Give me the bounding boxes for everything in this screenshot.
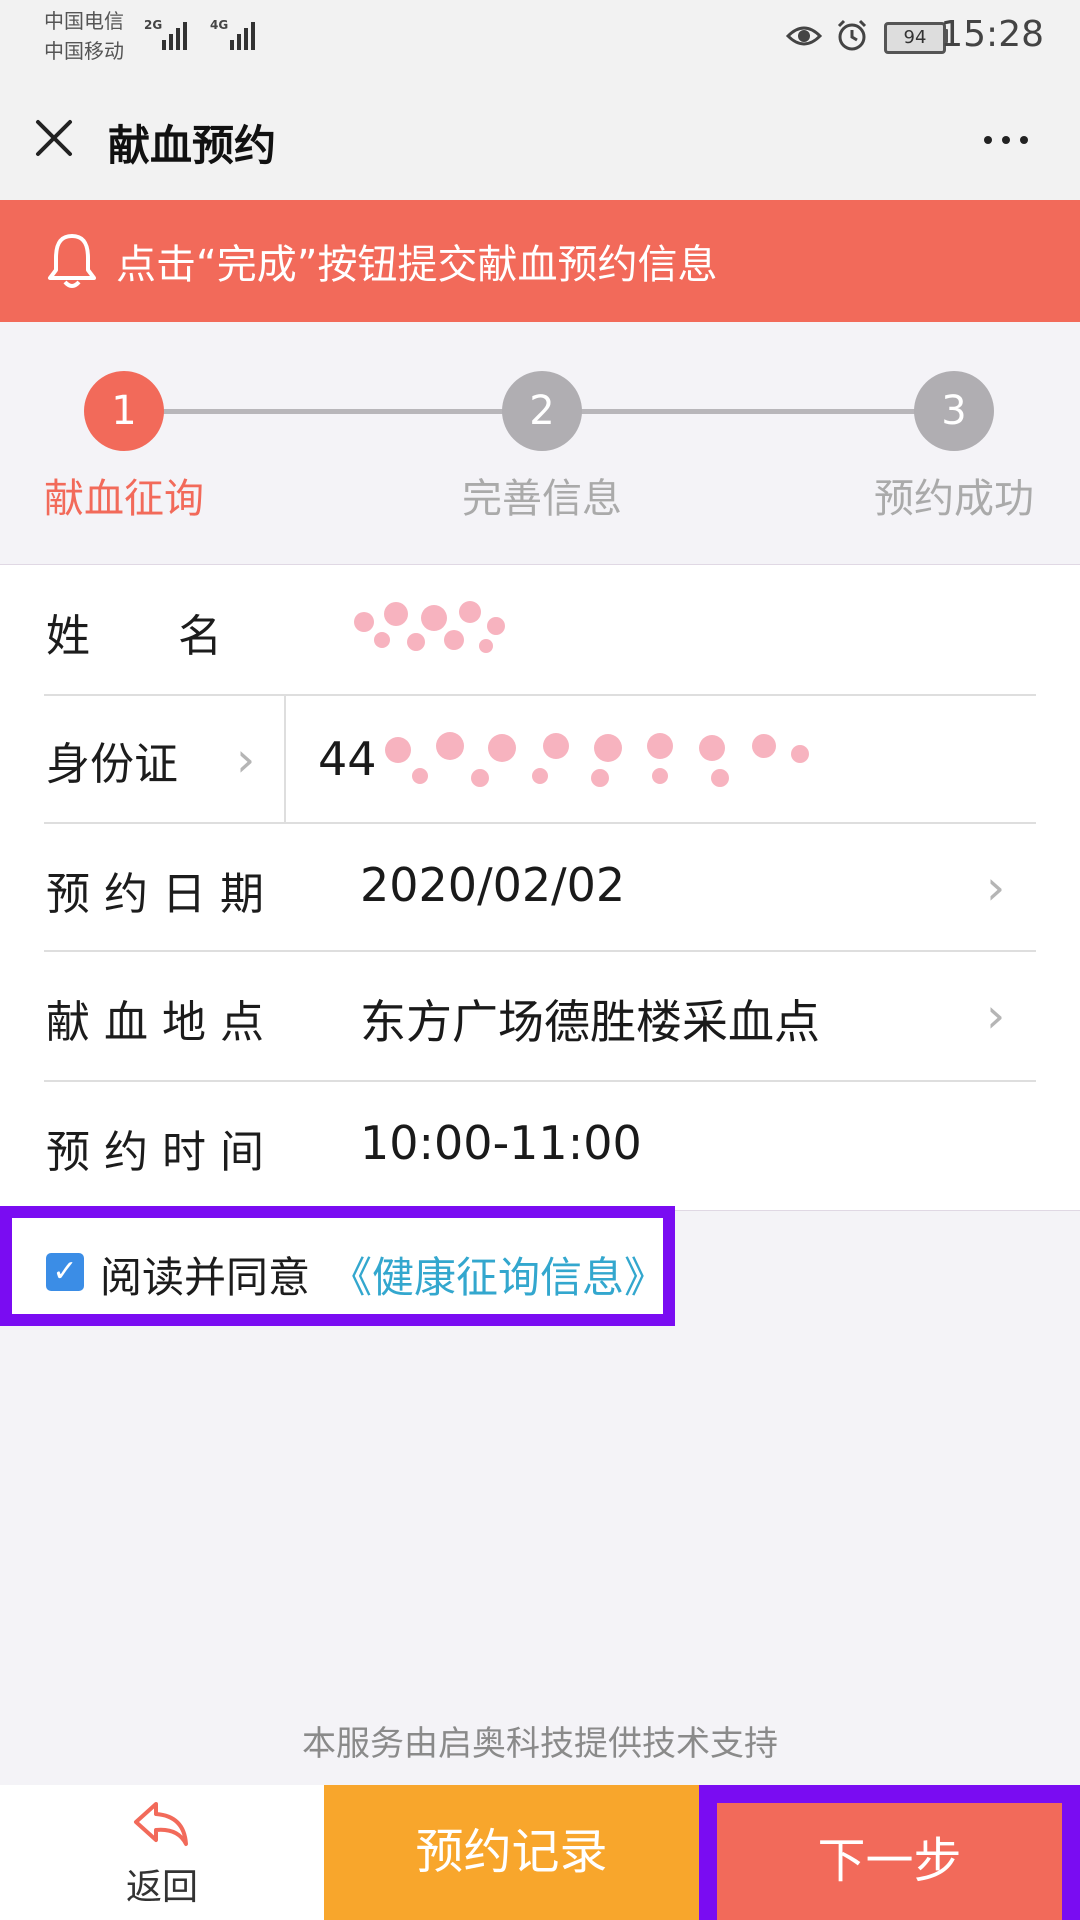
status-time: 15:28	[940, 14, 1044, 55]
bell-icon	[48, 234, 96, 288]
close-icon[interactable]	[34, 118, 74, 158]
id-card-label: 身份证	[46, 739, 178, 790]
carrier-1: 中国电信	[44, 9, 124, 33]
location-label: 献 血 地 点	[46, 997, 264, 1048]
page-title: 献血预约	[108, 121, 277, 170]
alarm-icon	[837, 19, 867, 51]
divider	[44, 822, 1036, 824]
divider	[44, 950, 1036, 952]
notice-text: 点击“完成”按钮提交献血预约信息	[116, 242, 718, 288]
battery-indicator: 94	[884, 22, 946, 54]
date-label: 预 约 日 期	[46, 869, 264, 920]
step-2-label: 完善信息	[462, 476, 622, 522]
eye-icon	[786, 26, 822, 46]
step-1-circle: 1	[84, 371, 164, 451]
name-label: 姓 名	[46, 611, 222, 662]
signal-icon	[162, 18, 187, 50]
consent-text: 阅读并同意	[100, 1253, 311, 1302]
date-value[interactable]: 2020/02/02	[360, 858, 625, 912]
chevron-right-icon[interactable]: ›	[236, 732, 255, 788]
chevron-right-icon[interactable]: ›	[986, 860, 1005, 916]
next-button[interactable]: 下一步	[717, 1803, 1062, 1920]
id-card-value[interactable]: 44	[318, 732, 377, 786]
chevron-right-icon[interactable]: ›	[986, 988, 1005, 1044]
time-label: 预 约 时 间	[46, 1127, 264, 1178]
network-4g-label: 4G	[210, 18, 229, 32]
step-2-circle: 2	[502, 371, 582, 451]
location-value[interactable]: 东方广场德胜楼采血点	[360, 986, 820, 1052]
back-label: 返回	[125, 1867, 198, 1908]
heart-mask-icon	[354, 601, 505, 653]
more-icon[interactable]	[984, 136, 1028, 144]
records-button[interactable]: 预约记录	[324, 1785, 699, 1920]
divider	[44, 694, 1036, 696]
heart-mask-icon	[385, 732, 809, 787]
consent-checkbox[interactable]: ✓	[46, 1253, 84, 1291]
step-1-label: 献血征询	[44, 476, 204, 522]
time-value[interactable]: 10:00-11:00	[360, 1116, 642, 1170]
id-card-separator	[284, 694, 286, 822]
footer-note: 本服务由启奥科技提供技术支持	[302, 1724, 778, 1764]
signal-icon	[230, 18, 255, 50]
back-arrow-icon	[134, 1802, 188, 1846]
divider	[44, 1080, 1036, 1082]
carrier-2: 中国移动	[44, 39, 124, 63]
network-2g-label: 2G	[144, 18, 163, 32]
id-card-masked	[370, 724, 820, 794]
step-3-circle: 3	[914, 371, 994, 451]
name-value-masked[interactable]	[346, 596, 516, 658]
step-3-label: 预约成功	[874, 476, 1034, 522]
health-inquiry-link[interactable]: 《健康征询信息》	[330, 1244, 666, 1305]
